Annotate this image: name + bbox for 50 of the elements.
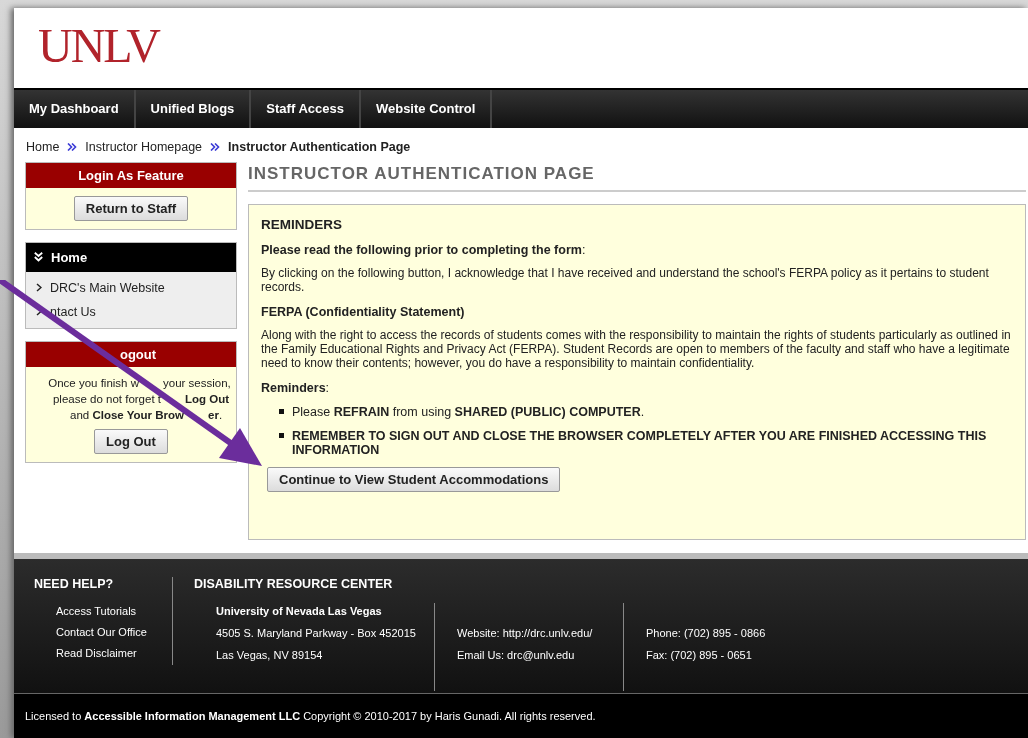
page-heading: INSTRUCTOR AUTHENTICATION PAGE xyxy=(248,163,1026,192)
nav-link[interactable]: Staff Access xyxy=(251,89,361,128)
footer-link[interactable]: Contact Our Office xyxy=(34,623,172,645)
continue-button[interactable]: Continue to View Student Accommodations xyxy=(267,466,561,492)
log-out-button[interactable]: Log Out xyxy=(94,428,168,454)
menu-link[interactable]: DRC's Main Website xyxy=(50,280,165,295)
panel-title: ogout xyxy=(26,341,236,367)
footer-link[interactable]: Access Tutorials xyxy=(34,603,172,624)
copyright-text: Licensed to Accessible Information Management LLC Copyright © 2010-2017 by Haris Gunadi. All rights reserved. xyxy=(25,710,596,723)
contact-text: Las Vegas, NV 89154 xyxy=(216,649,323,662)
menu-title: Home xyxy=(51,249,88,265)
breadcrumb-link[interactable]: Home xyxy=(26,139,60,154)
return-to-staff-button[interactable]: Return to Staff xyxy=(73,195,189,221)
logout-message-text: er. xyxy=(208,407,223,423)
logout-message-text: and Close Your Brow xyxy=(70,408,184,421)
reminder-text: REMEMBER TO SIGN OUT AND CLOSE THE BROWSER COMPLETELY AFTER YOU ARE FINISHED ACCESSING THIS INFORMATION xyxy=(292,428,988,457)
reminders-label: Reminders: xyxy=(261,380,331,395)
contact-text: 4505 S. Maryland Parkway - Box 452015 xyxy=(216,627,416,640)
bullet-icon xyxy=(279,432,284,438)
contact-text: Fax: (702) 895 - 0651 xyxy=(646,649,752,662)
breadcrumb-link[interactable]: Instructor Homepage xyxy=(85,139,203,154)
panel-title: REMINDERS xyxy=(261,216,343,232)
chevron-icon xyxy=(36,283,42,293)
footer-link[interactable]: Read Disclaimer xyxy=(34,644,172,666)
logout-message-text: please do not forget t xyxy=(52,392,161,405)
nav-link[interactable]: Unified Blogs xyxy=(135,89,252,128)
reminder-text: Please REFRAIN from using SHARED (PUBLIC) COMPUTER. xyxy=(292,404,645,419)
bullet-icon xyxy=(279,408,284,414)
nav-link[interactable]: My Dashboard xyxy=(14,89,136,128)
nav-link[interactable]: Website Control xyxy=(360,89,493,128)
contact-text: Email Us: drc@unlv.edu xyxy=(457,649,575,662)
footer-heading: NEED HELP? xyxy=(34,577,115,592)
logo: UNLV xyxy=(38,18,159,74)
acknowledgement-text: By clicking on the following button, I acknowledge that I have received and understand the school's FERPA policy as it pertains to student records. xyxy=(261,265,990,294)
statement-text: Along with the right to access the records of students comes with the responsibility to maintain the rights of students particularly as outlined in the Family Educational Rights and Privacy Act (FERPA). Student Records are open to members of the faculty and staff who have a legitimate need to know their contents; however, you do have a responsibility to maintain confidentiality. xyxy=(261,327,1012,370)
footer-heading: DISABILITY RESOURCE CENTER xyxy=(194,577,394,592)
logout-message-text: Log Out xyxy=(185,391,230,407)
double-chevron-icon xyxy=(210,142,221,151)
double-chevron-icon xyxy=(34,252,43,263)
section-title: FERPA (Confidentiality Statement) xyxy=(261,304,466,319)
breadcrumb-current: Instructor Authentication Page xyxy=(228,139,411,154)
logout-message-text: Once you finish w xyxy=(48,376,139,389)
contact-text: Website: http://drc.unlv.edu/ xyxy=(457,627,593,640)
logout-message-text: your session, xyxy=(163,375,231,391)
instruction-text: Please read the following prior to completing the form: xyxy=(261,242,587,257)
contact-text: Phone: (702) 895 - 0866 xyxy=(646,627,766,640)
contact-text: University of Nevada Las Vegas xyxy=(216,605,382,618)
panel-title: Login As Feature xyxy=(26,162,236,188)
menu-link[interactable]: ntact Us xyxy=(50,304,96,319)
double-chevron-icon xyxy=(67,142,78,151)
